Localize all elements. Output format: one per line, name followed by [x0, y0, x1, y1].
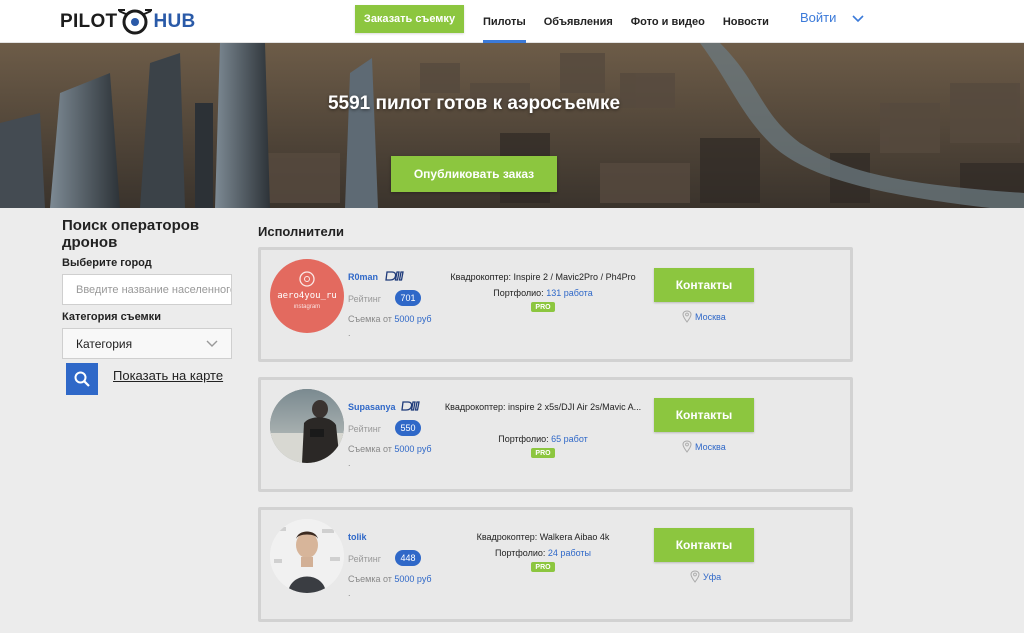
pro-badge: PRO	[531, 302, 555, 312]
login-button[interactable]: Войти	[800, 10, 864, 25]
category-label: Категория съемки	[62, 311, 161, 323]
price-label: Съемка от	[348, 314, 392, 324]
pilot-card: aero4you_ru instagram R0man Рейтинг 701 …	[258, 247, 853, 362]
pro-badge: PRO	[531, 448, 555, 458]
portfolio-info: Портфолио: 24 работы	[443, 548, 643, 558]
nav-item-photo-video[interactable]: Фото и видео	[622, 0, 714, 43]
hero-banner: 5591 пилот готов к аэросъемке Опубликова…	[0, 43, 1024, 208]
rating-label: Рейтинг	[348, 294, 382, 304]
contacts-button[interactable]: Контакты	[654, 398, 754, 432]
city-name[interactable]: Уфа	[703, 572, 721, 582]
dot-separator: .	[348, 458, 351, 468]
logo-text-pilot: PILOT	[60, 11, 118, 32]
avatar[interactable]	[270, 519, 344, 593]
price-label: Съемка от	[348, 444, 392, 454]
price-info: Съемка от 5000 руб	[348, 574, 432, 584]
pilot-name[interactable]: R0man	[348, 272, 378, 282]
search-icon	[74, 371, 90, 387]
search-sidebar: Поиск операторов дронов Выберите город В…	[62, 217, 237, 395]
nav-item-news[interactable]: Новости	[714, 0, 778, 43]
city-label: Выберите город	[62, 257, 152, 269]
pilot-name[interactable]: tolik	[348, 532, 367, 542]
search-row: Показать на карте	[62, 363, 237, 395]
avatar[interactable]: aero4you_ru instagram	[270, 259, 344, 333]
order-shooting-button[interactable]: Заказать съемку	[355, 5, 464, 33]
site-logo[interactable]: PILOT HUB	[60, 6, 196, 38]
rating-label: Рейтинг	[348, 554, 382, 564]
pilot-photo	[270, 389, 344, 463]
top-header: PILOT HUB Заказать съемку Пилоты Объявле…	[0, 0, 1024, 43]
nav-item-pilots[interactable]: Пилоты	[474, 0, 535, 43]
drone-info: Квадрокоптер: Inspire 2 / Mavic2Pro / Ph…	[450, 272, 636, 282]
price-label: Съемка от	[348, 574, 392, 584]
dji-logo-icon	[401, 401, 420, 411]
location: Уфа	[690, 570, 721, 583]
dot-separator: .	[348, 328, 351, 338]
rating-label: Рейтинг	[348, 424, 382, 434]
pilot-card: Supasanya Рейтинг 550 Съемка от 5000 руб…	[258, 377, 853, 492]
location: Москва	[682, 310, 726, 323]
location-pin-icon	[682, 310, 692, 323]
portfolio-info: Портфолио: 131 работа	[443, 288, 643, 298]
price-value: 5000 руб	[394, 314, 432, 324]
performers-title: Исполнители	[258, 224, 344, 239]
chevron-down-icon	[852, 14, 864, 22]
location-pin-icon	[690, 570, 700, 583]
price-info: Съемка от 5000 руб	[348, 314, 432, 324]
main-nav: Пилоты Объявления Фото и видео Новости	[474, 0, 778, 43]
logo-text-hub: HUB	[153, 11, 196, 32]
price-value: 5000 руб	[394, 574, 432, 584]
pilot-name[interactable]: Supasanya	[348, 402, 396, 412]
location-pin-icon	[682, 440, 692, 453]
portfolio-link[interactable]: 24 работы	[548, 548, 591, 558]
portfolio-link[interactable]: 65 работ	[551, 434, 588, 444]
pilot-photo	[270, 519, 344, 593]
portfolio-info: Портфолио: 65 работ	[443, 434, 643, 444]
login-label: Войти	[800, 10, 837, 25]
chevron-down-icon	[206, 340, 218, 347]
portfolio-label: Портфолио:	[493, 288, 544, 298]
portfolio-label: Портфолио:	[495, 548, 546, 558]
dji-logo-icon	[385, 271, 404, 281]
publish-order-button[interactable]: Опубликовать заказ	[391, 156, 557, 192]
avatar-subtext: instagram	[293, 304, 321, 310]
location: Москва	[682, 440, 726, 453]
city-search-input[interactable]: Введите название населенного пункта	[62, 274, 232, 305]
nav-item-ads[interactable]: Объявления	[535, 0, 622, 43]
pro-badge: PRO	[531, 562, 555, 572]
drone-logo-icon	[118, 7, 153, 37]
hero-title: 5591 пилот готов к аэросъемке	[327, 93, 621, 114]
portfolio-link[interactable]: 131 работа	[546, 288, 593, 298]
city-name[interactable]: Москва	[695, 442, 726, 452]
rating-badge: 701	[395, 290, 421, 306]
price-value: 5000 руб	[394, 444, 432, 454]
drone-info: Квадрокоптер: Walkera Aibao 4k	[476, 532, 610, 542]
category-value: Категория	[76, 336, 133, 351]
rating-badge: 550	[395, 420, 421, 436]
contacts-button[interactable]: Контакты	[654, 528, 754, 562]
price-info: Съемка от 5000 руб	[348, 444, 432, 454]
city-name[interactable]: Москва	[695, 312, 726, 322]
search-button[interactable]	[66, 363, 98, 395]
avatar[interactable]	[270, 389, 344, 463]
portfolio-label: Портфолио:	[498, 434, 549, 444]
pilot-card: tolik Рейтинг 448 Съемка от 5000 руб . К…	[258, 507, 853, 622]
rating-badge: 448	[395, 550, 421, 566]
avatar-text: aero4you_ru	[277, 291, 337, 301]
show-on-map-link[interactable]: Показать на карте	[113, 368, 223, 383]
contacts-button[interactable]: Контакты	[654, 268, 754, 302]
dot-separator: .	[348, 588, 351, 598]
category-select[interactable]: Категория	[62, 328, 232, 359]
drone-info: Квадрокоптер: inspire 2 x5s/DJI Air 2s/M…	[444, 402, 642, 412]
sidebar-title: Поиск операторов дронов	[62, 217, 200, 251]
